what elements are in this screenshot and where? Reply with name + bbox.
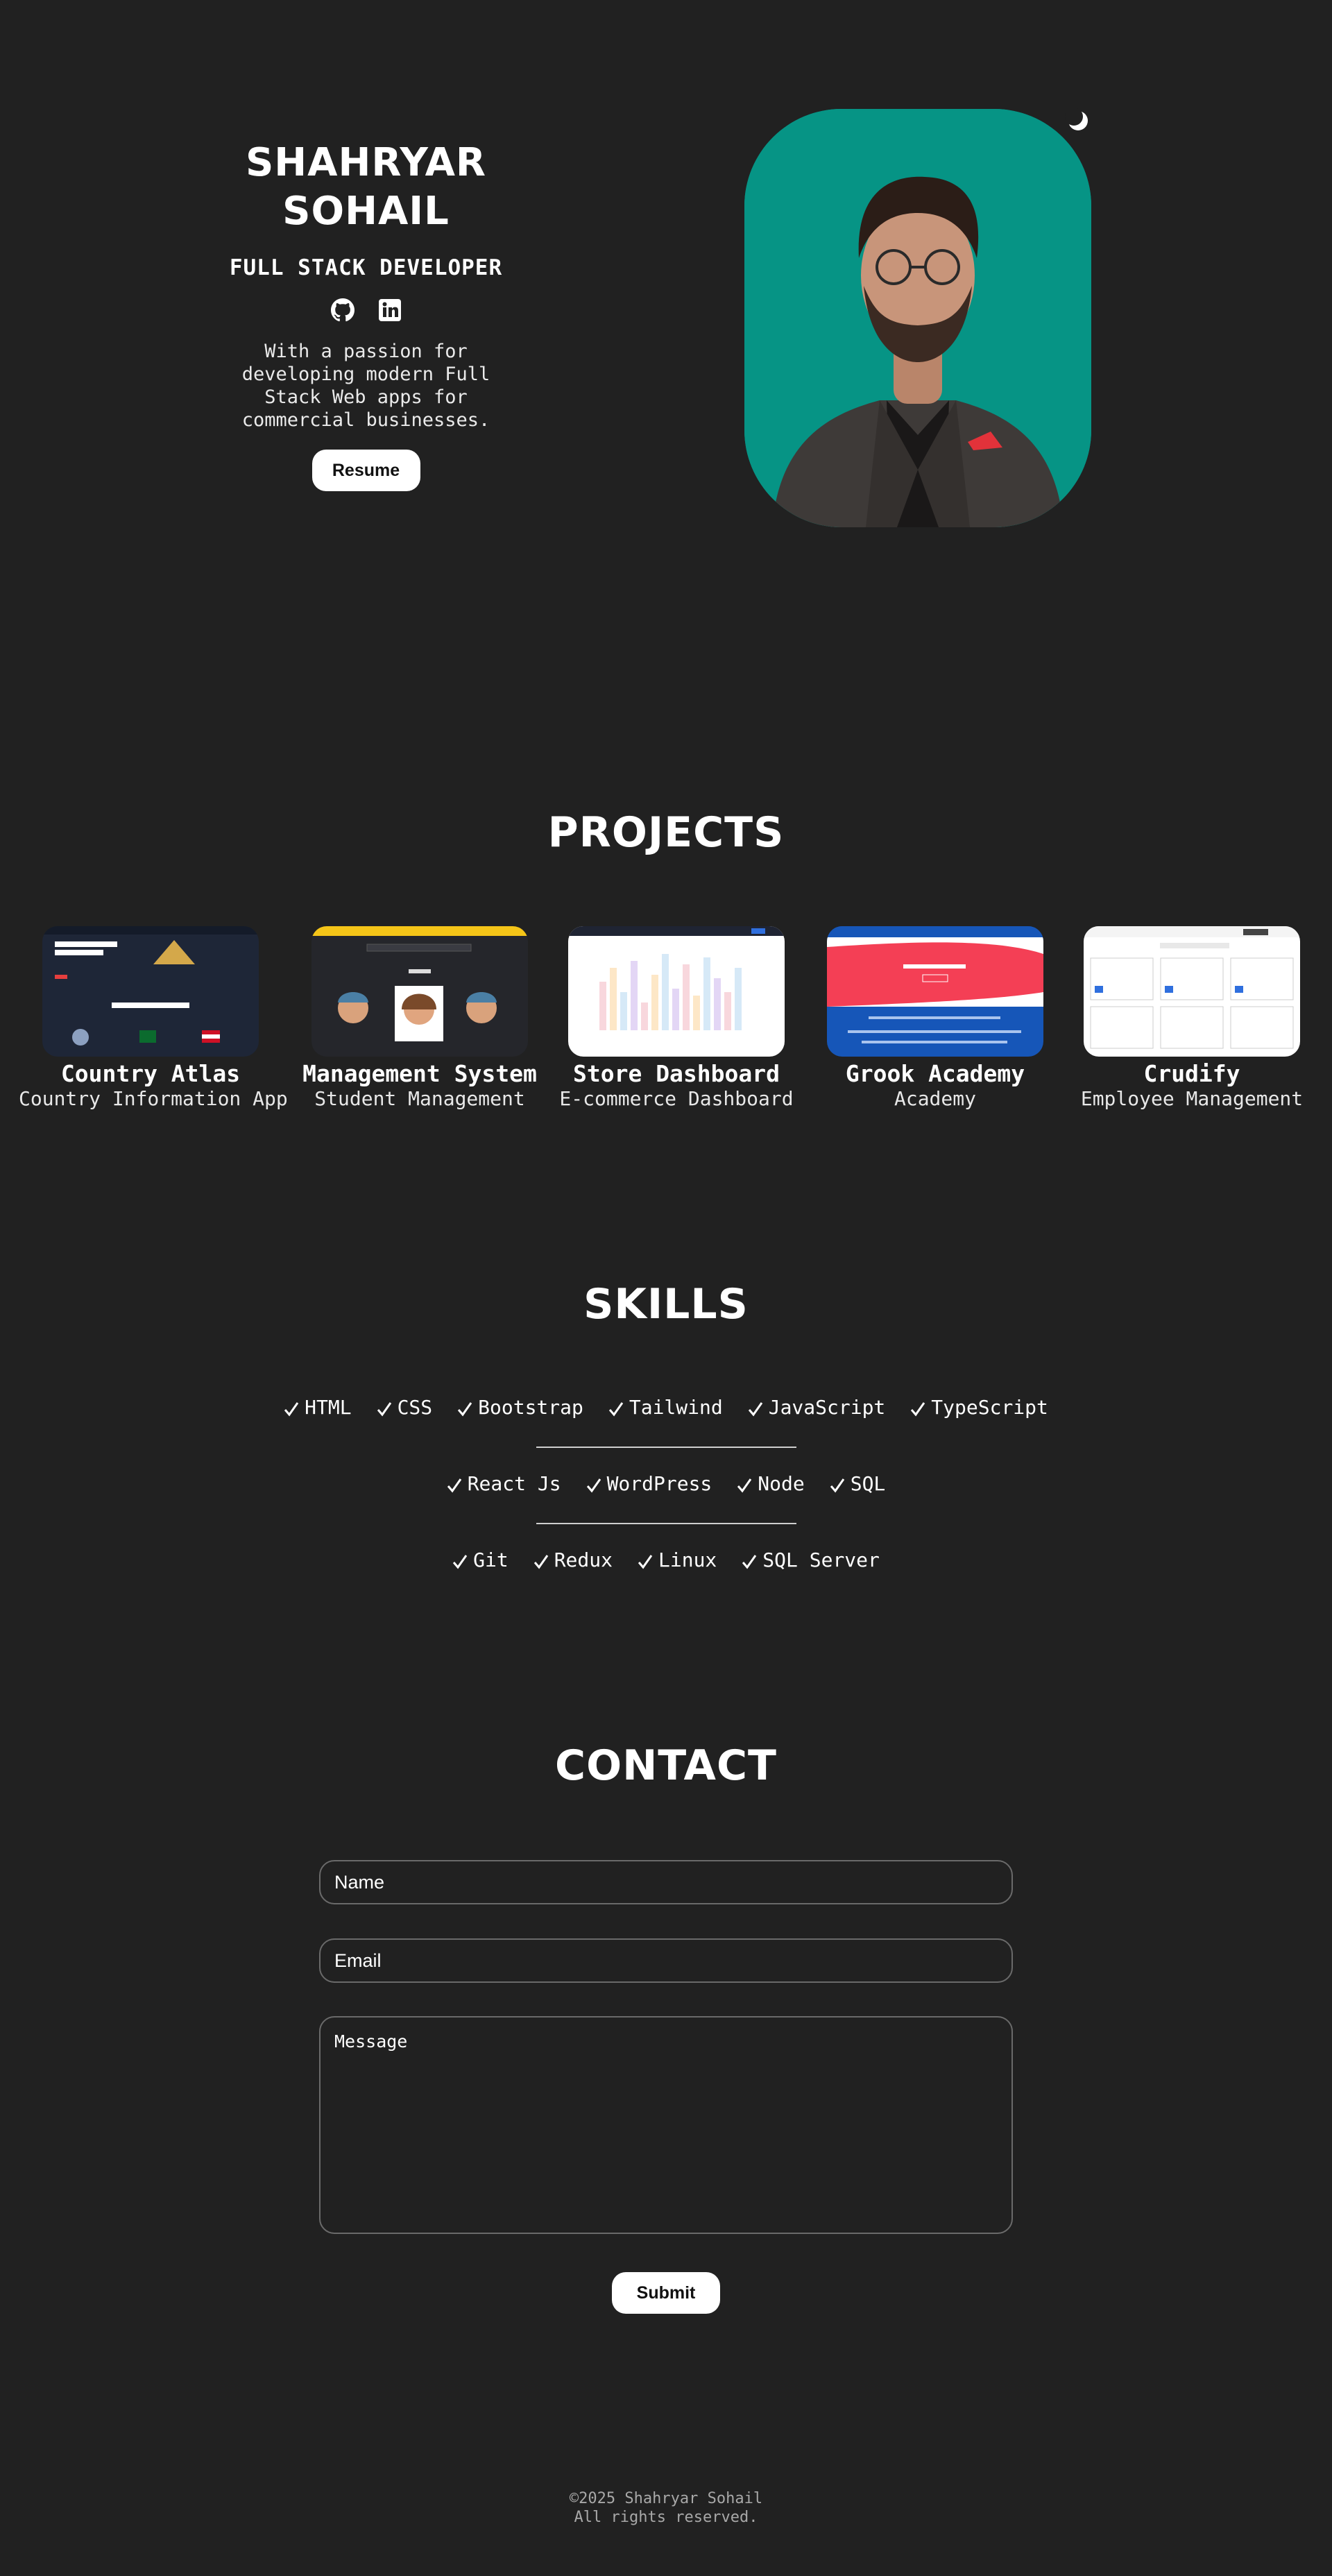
project-subtitle: E-commerce Dashboard — [559, 1087, 794, 1110]
check-icon — [638, 1552, 653, 1569]
check-icon — [447, 1476, 462, 1492]
skill-label: Linux — [658, 1549, 717, 1571]
skill-item: SQL Server — [742, 1549, 880, 1571]
skill-label: Node — [758, 1472, 805, 1495]
hero-name-line2: SOHAIL — [282, 189, 450, 234]
check-icon — [533, 1552, 549, 1569]
hero-role: FULL STACK DEVELOPER — [229, 255, 503, 280]
project-subtitle: Country Information App — [19, 1087, 288, 1110]
moon-icon[interactable] — [1065, 108, 1091, 134]
project-card[interactable]: Country Atlas Country Information App — [19, 926, 288, 1111]
check-icon — [452, 1552, 468, 1569]
check-icon — [377, 1399, 392, 1416]
skills-divider — [536, 1447, 796, 1448]
name-field[interactable] — [319, 1860, 1013, 1904]
skill-item: HTML — [284, 1396, 352, 1419]
linkedin-icon[interactable] — [378, 298, 402, 322]
skill-label: HTML — [305, 1396, 352, 1419]
email-field[interactable] — [319, 1938, 1013, 1983]
skill-label: WordPress — [606, 1472, 712, 1495]
project-thumbnail-country-atlas[interactable] — [42, 926, 259, 1057]
project-name: Crudify — [1143, 1060, 1240, 1087]
skill-item: Linux — [638, 1549, 717, 1571]
resume-button[interactable]: Resume — [311, 450, 420, 491]
check-icon — [830, 1476, 845, 1492]
skill-label: CSS — [397, 1396, 433, 1419]
skills-divider — [536, 1523, 796, 1524]
skill-label: JavaScript — [768, 1396, 886, 1419]
submit-button[interactable]: Submit — [612, 2272, 720, 2314]
skills-row-2: React Js WordPress Node SQL — [0, 1472, 1332, 1495]
skill-item: CSS — [377, 1396, 433, 1419]
skill-label: Bootstrap — [478, 1396, 583, 1419]
hero-bio: With a passion for developing modern Ful… — [241, 341, 490, 431]
check-icon — [910, 1399, 925, 1416]
social-links — [215, 298, 517, 322]
check-icon — [737, 1476, 752, 1492]
skills-row-3: Git Redux Linux SQL Server — [0, 1549, 1332, 1571]
project-subtitle: Student Management — [314, 1087, 525, 1110]
contact-title: CONTACT — [555, 1741, 777, 1790]
hero-intro: SHAHRYAR SOHAIL FULL STACK DEVELOPER Wit… — [215, 139, 517, 491]
skill-label: Git — [473, 1549, 509, 1571]
skill-label: SQL — [850, 1472, 886, 1495]
hero-name: SHAHRYAR SOHAIL — [215, 139, 517, 236]
skill-item: Redux — [533, 1549, 613, 1571]
check-icon — [748, 1399, 763, 1416]
project-card[interactable]: Store Dashboard E-commerce Dashboard — [545, 926, 808, 1111]
skill-item: WordPress — [586, 1472, 712, 1495]
check-icon — [457, 1399, 472, 1416]
check-icon — [742, 1552, 757, 1569]
project-name: Country Atlas — [60, 1060, 241, 1087]
hero-name-line1: SHAHRYAR — [245, 140, 487, 185]
skill-item: Node — [737, 1472, 805, 1495]
github-icon[interactable] — [330, 298, 355, 322]
project-card[interactable]: Grook Academy Academy — [803, 926, 1067, 1111]
project-subtitle: Academy — [894, 1087, 976, 1110]
project-thumbnail-crudify[interactable] — [1084, 926, 1300, 1057]
profile-photo — [744, 109, 1091, 527]
skill-item: Tailwind — [608, 1396, 723, 1419]
skill-label: Redux — [554, 1549, 613, 1571]
skill-label: React Js — [467, 1472, 561, 1495]
skill-item: TypeScript — [910, 1396, 1048, 1419]
footer: ©2025 Shahryar Sohail All rights reserve… — [0, 2489, 1332, 2527]
skill-item: Git — [452, 1549, 509, 1571]
project-card[interactable]: Crudify Employee Management — [1060, 926, 1324, 1111]
projects-title: PROJECTS — [547, 808, 785, 857]
check-icon — [284, 1399, 299, 1416]
project-thumbnail-management-system[interactable] — [311, 926, 528, 1057]
skill-label: TypeScript — [931, 1396, 1048, 1419]
message-field[interactable] — [319, 2016, 1013, 2234]
skill-label: SQL Server — [762, 1549, 880, 1571]
skill-item: React Js — [447, 1472, 561, 1495]
skill-item: Bootstrap — [457, 1396, 583, 1419]
project-thumbnail-store-dashboard[interactable] — [568, 926, 785, 1057]
project-name: Management System — [302, 1060, 537, 1087]
project-name: Store Dashboard — [572, 1060, 780, 1087]
skill-item: JavaScript — [748, 1396, 886, 1419]
project-subtitle: Employee Management — [1080, 1087, 1304, 1110]
skills-title: SKILLS — [583, 1280, 749, 1329]
copyright-text: ©2025 Shahryar Sohail — [569, 2490, 763, 2507]
rights-text: All rights reserved. — [574, 2509, 758, 2526]
skill-label: Tailwind — [629, 1396, 723, 1419]
project-card[interactable]: Management System Student Management — [288, 926, 552, 1111]
check-icon — [586, 1476, 601, 1492]
skills-row-1: HTML CSS Bootstrap Tailwind JavaScript T… — [0, 1396, 1332, 1419]
check-icon — [608, 1399, 624, 1416]
skill-item: SQL — [830, 1472, 886, 1495]
project-thumbnail-grook-academy[interactable] — [827, 926, 1043, 1057]
project-name: Grook Academy — [845, 1060, 1025, 1087]
